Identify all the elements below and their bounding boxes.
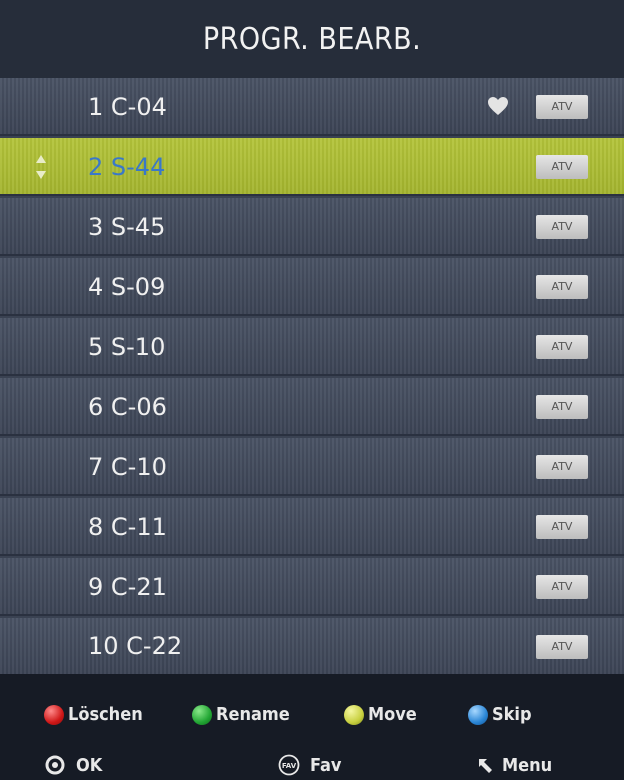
hint-rename[interactable]: Rename <box>192 704 290 725</box>
green-button-icon <box>192 704 212 725</box>
key-hint-bar: Löschen Rename Move Skip OK FAV Fav Menu <box>0 674 624 780</box>
ok-circle-icon <box>45 755 65 775</box>
channel-label: 7 C-10 <box>88 453 167 481</box>
hint-menu[interactable]: Menu <box>476 754 552 776</box>
channel-row-5[interactable]: 5 S-10 ATV <box>0 318 624 376</box>
channel-row-8[interactable]: 8 C-11 ATV <box>0 498 624 556</box>
hint-ok[interactable]: OK <box>44 754 102 776</box>
hint-move[interactable]: Move <box>344 704 417 725</box>
hint-delete[interactable]: Löschen <box>44 704 143 725</box>
atv-badge: ATV <box>536 395 588 419</box>
atv-badge: ATV <box>536 155 588 179</box>
blue-button-icon <box>468 704 488 725</box>
channel-row-6[interactable]: 6 C-06 ATV <box>0 378 624 436</box>
channel-label: 6 C-06 <box>88 393 167 421</box>
atv-badge: ATV <box>536 455 588 479</box>
atv-badge: ATV <box>536 515 588 539</box>
hint-menu-label: Menu <box>502 754 553 776</box>
channel-label: 4 S-09 <box>88 273 166 301</box>
channel-label: 8 C-11 <box>88 513 167 541</box>
atv-badge: ATV <box>536 575 588 599</box>
red-button-icon <box>44 704 64 725</box>
hint-fav-label: Fav <box>310 754 342 776</box>
atv-badge: ATV <box>536 275 588 299</box>
hint-skip-label: Skip <box>492 704 532 725</box>
atv-badge: ATV <box>536 635 588 659</box>
channel-label: 2 S-44 <box>88 153 166 181</box>
channel-row-3[interactable]: 3 S-45 ATV <box>0 198 624 256</box>
hint-delete-label: Löschen <box>68 704 143 725</box>
return-arrow-icon <box>479 759 492 773</box>
hint-move-label: Move <box>368 704 417 725</box>
hint-rename-label: Rename <box>216 704 290 725</box>
channel-row-2[interactable]: 2 S-44 ATV <box>0 138 624 196</box>
channel-row-9[interactable]: 9 C-21 ATV <box>0 558 624 616</box>
channel-label: 3 S-45 <box>88 213 166 241</box>
hint-ok-label: OK <box>76 754 103 776</box>
yellow-button-icon <box>344 704 364 725</box>
tv-osd-screen: PROGR. BEARB. 1 C-04 ATV 2 S-44 ATV 3 S-… <box>0 0 624 780</box>
channel-label: 1 C-04 <box>88 93 167 121</box>
channel-list: 1 C-04 ATV 2 S-44 ATV 3 S-45 ATV 4 S-09 … <box>0 78 624 674</box>
atv-badge: ATV <box>536 335 588 359</box>
page-title: PROGR. BEARB. <box>202 21 422 57</box>
channel-row-1[interactable]: 1 C-04 ATV <box>0 78 624 136</box>
channel-row-4[interactable]: 4 S-09 ATV <box>0 258 624 316</box>
channel-label: 5 S-10 <box>88 333 166 361</box>
channel-row-7[interactable]: 7 C-10 ATV <box>0 438 624 496</box>
hint-fav[interactable]: FAV Fav <box>278 754 342 776</box>
atv-badge: ATV <box>536 215 588 239</box>
channel-label: 10 C-22 <box>88 632 183 660</box>
up-down-arrows-icon <box>36 155 46 179</box>
heart-icon <box>488 97 508 115</box>
atv-badge: ATV <box>536 95 588 119</box>
hint-skip[interactable]: Skip <box>468 704 532 725</box>
channel-label: 9 C-21 <box>88 573 167 601</box>
fav-icon-text: FAV <box>282 762 297 770</box>
channel-row-10[interactable]: 10 C-22 ATV <box>0 618 624 674</box>
title-bar: PROGR. BEARB. <box>0 0 624 78</box>
fav-button-icon: FAV <box>278 754 300 776</box>
